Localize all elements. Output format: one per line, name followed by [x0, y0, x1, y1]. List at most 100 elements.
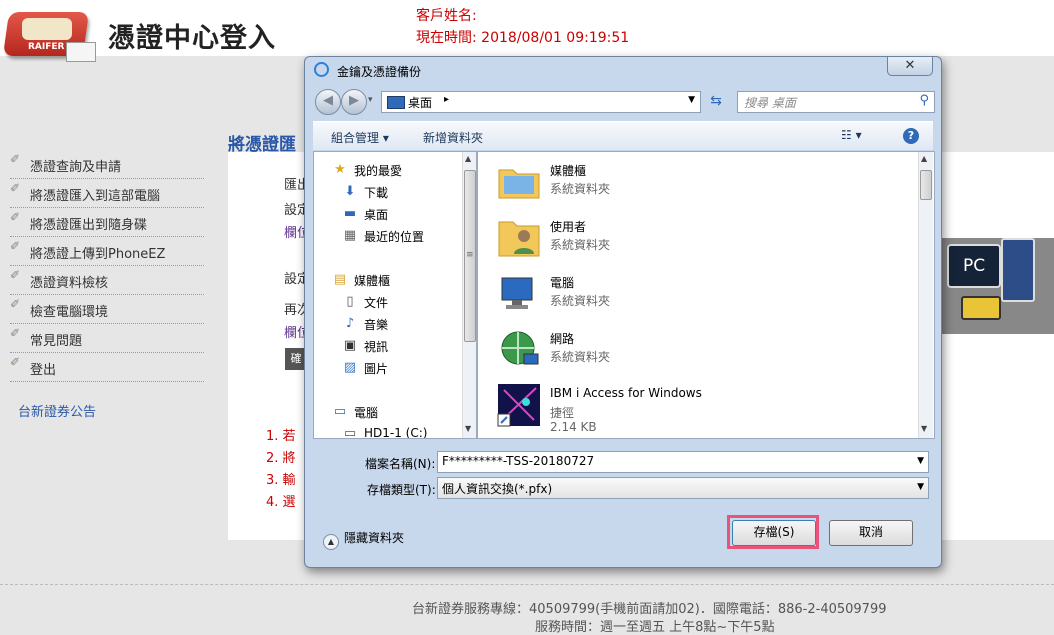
- pin-icon: ✐: [10, 181, 21, 195]
- logo-card-icon: [66, 42, 96, 62]
- nav-item-pictures[interactable]: ▨ 圖片: [314, 358, 464, 378]
- search-icon: ⚲: [919, 93, 929, 108]
- nav-item-computer[interactable]: ▭ 電腦: [314, 402, 464, 422]
- file-size: 2.14 KB: [550, 420, 597, 434]
- sidebar-item-import[interactable]: ✐ 將憑證匯入到這部電腦: [10, 179, 204, 208]
- sidebar-item-upload[interactable]: ✐ 將憑證上傳到PhoneEZ: [10, 237, 204, 266]
- help-button[interactable]: ?: [903, 128, 919, 144]
- pin-icon: ✐: [10, 355, 21, 369]
- file-list-scrollbar-thumb[interactable]: [920, 170, 932, 200]
- nav-item-videos[interactable]: ▣ 視訊: [314, 336, 464, 356]
- address-row: ◀ ▶ ▾ 桌面 ▸ ▼ ⇆ 搜尋 桌面 ⚲: [313, 89, 935, 115]
- ie-icon: [314, 62, 329, 77]
- list-item[interactable]: 電腦 系統資料夾: [496, 268, 896, 322]
- sidebar-item-label: 常見問題: [30, 334, 83, 349]
- current-time: 現在時間: 2018/08/01 09:19:51: [416, 30, 630, 46]
- search-input[interactable]: 搜尋 桌面 ⚲: [737, 91, 935, 113]
- file-name: 使用者: [550, 220, 587, 234]
- documents-icon: ▯: [346, 294, 354, 309]
- list-item: 3. 輸: [266, 473, 296, 488]
- save-button[interactable]: 存檔(S): [732, 520, 816, 546]
- sidebar-item-label: 將憑證匯出到隨身碟: [30, 218, 148, 233]
- footer-hours: 服務時間：週一至週五 上午8點~下午5點: [535, 620, 775, 635]
- scroll-down-icon[interactable]: ▼: [465, 424, 471, 433]
- navigation-pane: ★ 我的最愛 ⬇ 下載 ▬ 桌面 ▦ 最近的位置 ▤ 媒體櫃 ▯ 文件 ♪ 音樂 ▣ 視訊 ▨ 圖…: [313, 151, 477, 439]
- sidebar-item-verify[interactable]: ✐ 憑證資料檢核: [10, 266, 204, 295]
- download-folder-icon: ⬇: [344, 184, 356, 199]
- customer-label: 客戶姓名:: [416, 8, 477, 24]
- scroll-up-icon[interactable]: ▲: [921, 154, 927, 163]
- nav-item-label: 圖片: [364, 362, 389, 376]
- pc-tower-icon: [1001, 238, 1035, 302]
- sidebar-item-check-env[interactable]: ✐ 檢查電腦環境: [10, 295, 204, 324]
- back-button[interactable]: ◀: [315, 89, 341, 115]
- file-type: 系統資料夾: [550, 294, 611, 308]
- dialog-title: 金鑰及憑證備份: [337, 65, 422, 79]
- address-text: 桌面: [408, 96, 433, 110]
- nav-item-libraries[interactable]: ▤ 媒體櫃: [314, 270, 464, 290]
- list-item[interactable]: IBM i Access for Windows 捷徑 2.14 KB: [496, 380, 896, 434]
- nav-item-desktop[interactable]: ▬ 桌面: [314, 204, 464, 224]
- chevron-down-icon[interactable]: ▼: [917, 482, 924, 492]
- nav-item-favorites[interactable]: ★ 我的最愛: [314, 160, 464, 180]
- nav-item-drive-c[interactable]: ▭ HD1-1 (C:): [314, 424, 464, 438]
- nav-item-documents[interactable]: ▯ 文件: [314, 292, 464, 312]
- nav-item-recent[interactable]: ▦ 最近的位置: [314, 226, 464, 246]
- nav-item-label: 文件: [364, 296, 389, 310]
- sidebar-item-faq[interactable]: ✐ 常見問題: [10, 324, 204, 353]
- logo: RAIFER: [2, 6, 98, 64]
- nav-item-music[interactable]: ♪ 音樂: [314, 314, 464, 334]
- hide-folders-button[interactable]: ▲ 隱藏資料夾: [323, 529, 404, 550]
- pin-icon: ✐: [10, 152, 21, 166]
- nav-item-label: 下載: [364, 186, 389, 200]
- history-dropdown-icon[interactable]: ▾: [368, 95, 373, 105]
- search-placeholder: 搜尋 桌面: [744, 96, 796, 110]
- star-icon: ★: [334, 162, 346, 177]
- new-folder-button[interactable]: 新增資料夾: [423, 129, 483, 146]
- library-folder-icon: [498, 169, 540, 199]
- filetype-select[interactable]: 個人資訊交換(*.pfx) ▼: [437, 477, 929, 499]
- address-bar[interactable]: 桌面 ▸ ▼: [381, 91, 701, 113]
- close-button[interactable]: ✕: [887, 57, 933, 76]
- page-title: 憑證中心登入: [108, 23, 276, 54]
- refresh-button[interactable]: ⇆: [705, 91, 727, 111]
- filename-input[interactable]: F*********-TSS-20180727 ▼: [437, 451, 929, 473]
- list-item[interactable]: 媒體櫃 系統資料夾: [496, 156, 896, 210]
- scroll-up-icon[interactable]: ▲: [465, 154, 471, 163]
- footer-service-line: 台新證券服務專線：40509799(手機前面請加02)．國際電話：886-2-4…: [412, 602, 887, 617]
- list-item: 1. 若: [266, 429, 296, 444]
- file-type: 系統資料夾: [550, 350, 611, 364]
- pin-icon: ✐: [10, 326, 21, 340]
- view-options-button[interactable]: ☷ ▾: [841, 128, 873, 144]
- list-item: 4. 選: [266, 495, 296, 510]
- view-icon: ☷ ▾: [841, 128, 862, 142]
- nav-item-downloads[interactable]: ⬇ 下載: [314, 182, 464, 202]
- chevron-down-icon[interactable]: ▼: [917, 456, 924, 466]
- file-type: 捷徑: [550, 406, 575, 420]
- refresh-icon: ⇆: [710, 93, 722, 109]
- nav-item-label: 視訊: [364, 340, 389, 354]
- breadcrumb-arrow-icon[interactable]: ▸: [444, 94, 449, 105]
- sidebar-item-query[interactable]: ✐ 憑證查詢及申請: [10, 150, 204, 179]
- filetype-value: 個人資訊交換(*.pfx): [442, 482, 553, 496]
- save-dialog: 金鑰及憑證備份 ✕ ◀ ▶ ▾ 桌面 ▸ ▼ ⇆ 搜尋 桌面 ⚲ 組合管理 ▾ …: [304, 56, 942, 568]
- sidebar-item-logout[interactable]: ✐ 登出: [10, 353, 204, 382]
- cancel-button[interactable]: 取消: [829, 520, 913, 546]
- recent-places-icon: ▦: [343, 228, 357, 243]
- chevron-down-icon[interactable]: ▼: [688, 95, 695, 105]
- list-item[interactable]: 使用者 系統資料夾: [496, 212, 896, 266]
- hide-folders-label: 隱藏資料夾: [344, 531, 405, 545]
- list-item[interactable]: 網路 系統資料夾: [496, 324, 896, 378]
- arrow-right-icon: ▶: [349, 93, 359, 108]
- nav-item-label: 音樂: [364, 318, 389, 332]
- nav-item-label: 電腦: [354, 406, 379, 420]
- forward-button[interactable]: ▶: [341, 89, 367, 115]
- page-footer: 台新證券服務專線：40509799(手機前面請加02)．國際電話：886-2-4…: [0, 584, 1054, 635]
- dialog-toolbar: 組合管理 ▾ 新增資料夾 ☷ ▾ ?: [313, 121, 933, 150]
- scroll-down-icon[interactable]: ▼: [921, 424, 927, 433]
- sidebar-item-export[interactable]: ✐ 將憑證匯出到隨身碟: [10, 208, 204, 237]
- sidebar-item-label: 憑證查詢及申請: [30, 160, 122, 175]
- announcement-link[interactable]: 台新證券公告: [18, 401, 96, 420]
- usb-icon: [961, 296, 1001, 320]
- organize-button[interactable]: 組合管理 ▾: [331, 129, 389, 146]
